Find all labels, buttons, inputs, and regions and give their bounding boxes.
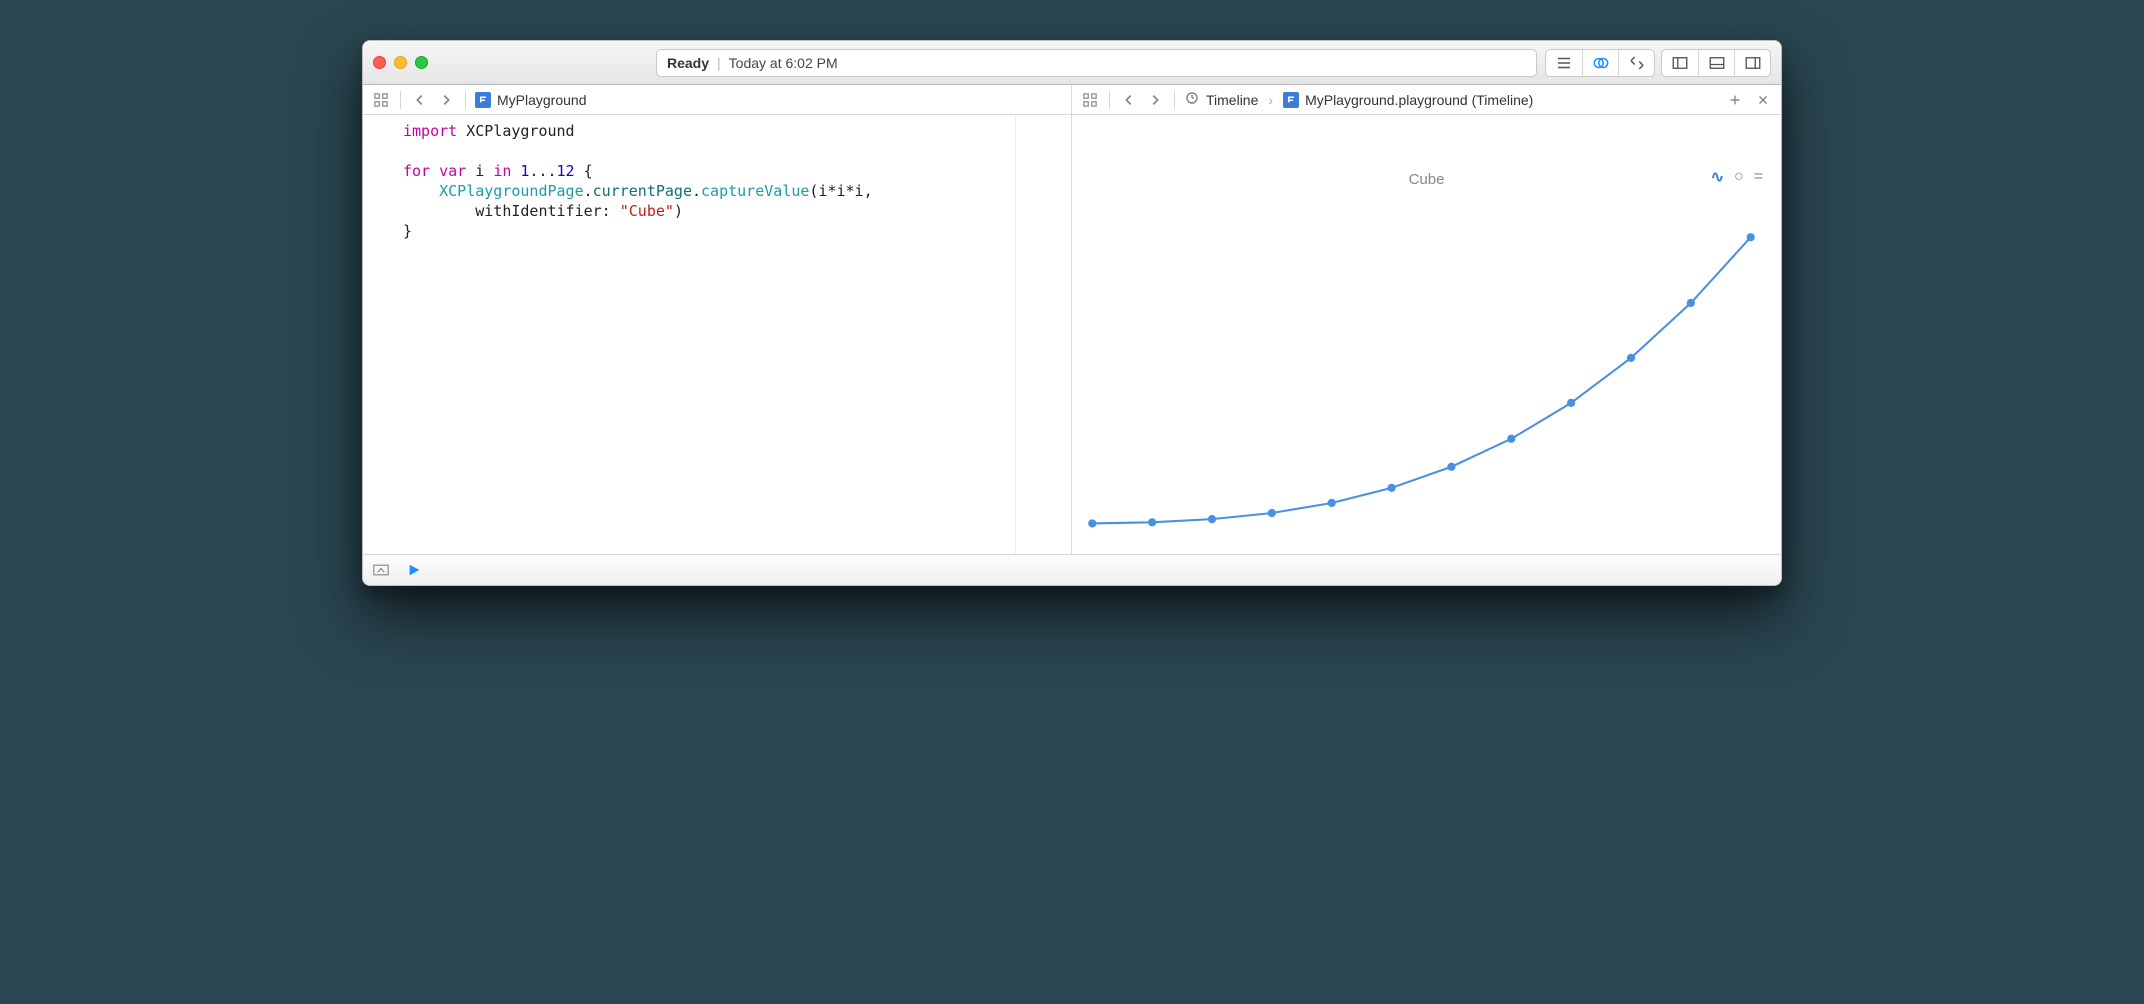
right-editor-tabs: Timeline › MyPlayground.playground (Time… <box>1072 85 1781 114</box>
minimize-window-button[interactable] <box>394 56 407 69</box>
left-file-crumb[interactable]: MyPlayground <box>497 92 587 108</box>
code-area[interactable]: import XCPlayground for var i in 1...12 … <box>395 115 1016 554</box>
timeline-icon <box>1184 90 1200 109</box>
playground-file-icon <box>475 92 491 108</box>
xcode-window: Ready | Today at 6:02 PM MyP <box>362 40 1782 586</box>
close-window-button[interactable] <box>373 56 386 69</box>
status-label: Ready <box>667 55 709 71</box>
chart-view-modes: ∿ ○ = <box>1711 167 1763 187</box>
chart-mode-line-icon[interactable]: ∿ <box>1711 167 1724 187</box>
debug-bar <box>363 555 1781 585</box>
timeline-file-crumb[interactable]: MyPlayground.playground (Timeline) <box>1305 92 1533 108</box>
chart-mode-list-icon[interactable]: = <box>1754 168 1763 186</box>
related-items-button-right[interactable] <box>1080 90 1100 110</box>
chart-title: Cube <box>1072 171 1781 188</box>
code-editor[interactable]: import XCPlayground for var i in 1...12 … <box>363 115 1072 554</box>
playground-file-icon-right <box>1283 92 1299 108</box>
traffic-lights <box>373 56 428 69</box>
zoom-window-button[interactable] <box>415 56 428 69</box>
close-assistant-button[interactable] <box>1753 90 1773 110</box>
nav-back-button-right[interactable] <box>1119 90 1139 110</box>
line-gutter <box>363 115 395 554</box>
cube-chart <box>1082 215 1761 534</box>
status-time: Today at 6:02 PM <box>729 55 838 71</box>
assistant-editor-button[interactable] <box>1582 50 1618 76</box>
toggle-utilities-button[interactable] <box>1734 50 1770 76</box>
panel-toggle-segment <box>1661 49 1771 77</box>
results-sidebar <box>1016 115 1071 554</box>
run-playground-button[interactable] <box>407 563 421 577</box>
toggle-navigator-button[interactable] <box>1662 50 1698 76</box>
add-assistant-button[interactable] <box>1725 90 1745 110</box>
nav-forward-button-right[interactable] <box>1145 90 1165 110</box>
toggle-console-button[interactable] <box>373 564 389 576</box>
editor-mode-segment <box>1545 49 1655 77</box>
nav-back-button[interactable] <box>410 90 430 110</box>
timeline-panel: Cube ∿ ○ = <box>1072 115 1781 554</box>
left-editor-tabs: MyPlayground <box>363 85 1072 114</box>
activity-status: Ready | Today at 6:02 PM <box>656 49 1537 77</box>
editor-tab-bar: MyPlayground Timeline › MyPlayground.pla… <box>363 85 1781 115</box>
window-toolbar: Ready | Today at 6:02 PM <box>363 41 1781 85</box>
editor-split: import XCPlayground for var i in 1...12 … <box>363 115 1781 555</box>
nav-forward-button[interactable] <box>436 90 456 110</box>
standard-editor-button[interactable] <box>1546 50 1582 76</box>
related-items-button[interactable] <box>371 90 391 110</box>
toggle-debug-area-button[interactable] <box>1698 50 1734 76</box>
timeline-crumb[interactable]: Timeline <box>1206 92 1258 108</box>
chart-mode-point-icon[interactable]: ○ <box>1734 168 1744 186</box>
version-editor-button[interactable] <box>1618 50 1654 76</box>
